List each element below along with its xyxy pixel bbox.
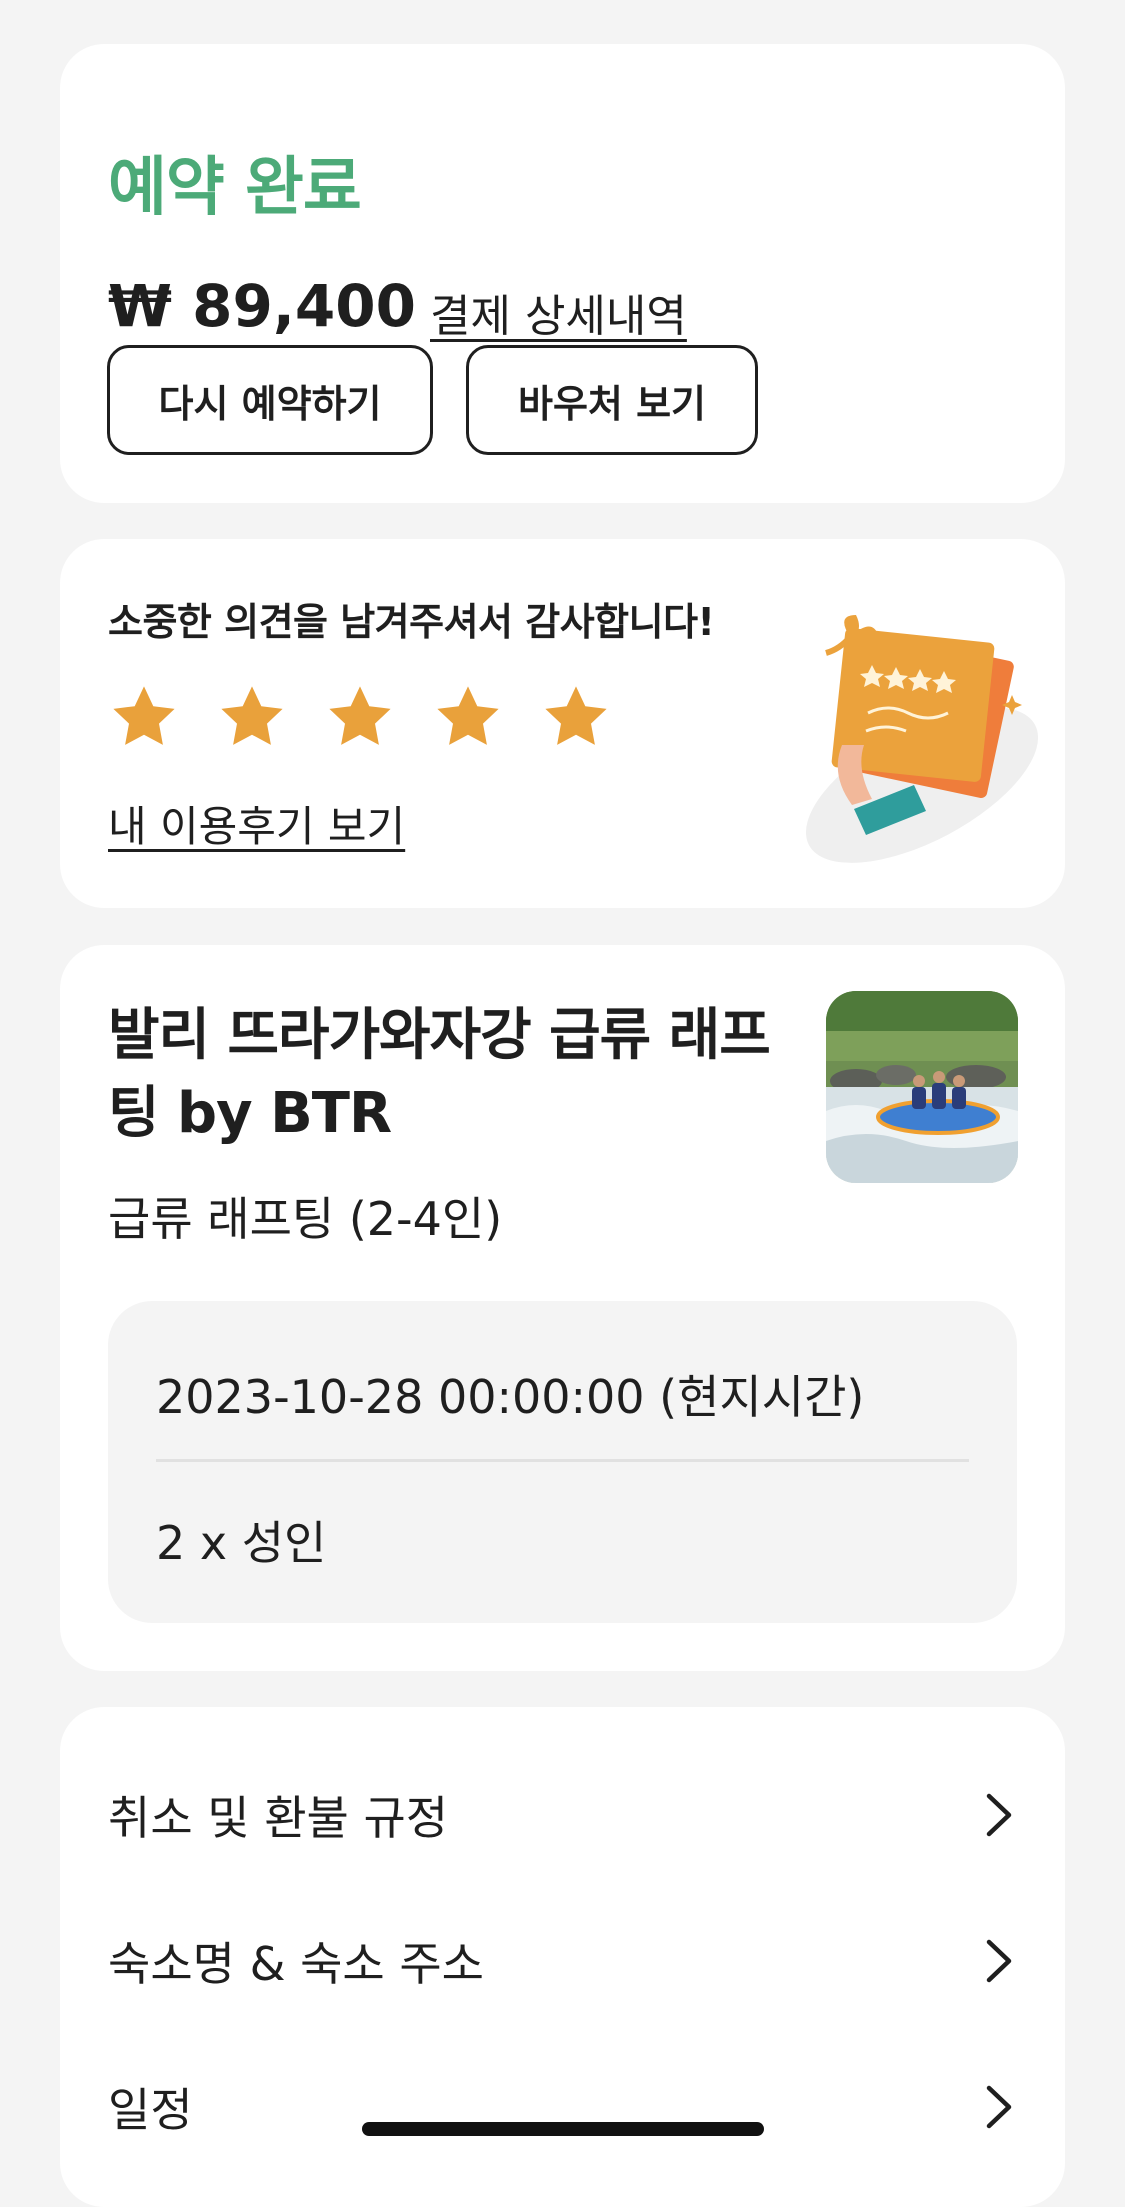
payment-detail-link[interactable]: 결제 상세내역: [430, 280, 687, 344]
menu-item-label: 취소 및 환불 규정: [108, 1791, 449, 1845]
menu-item-schedule[interactable]: 일정: [108, 2057, 1017, 2157]
booking-datetime: 2023-10-28 00:00:00 (현지시간): [156, 1370, 865, 1424]
booking-quantity: 2 x 성인: [156, 1516, 327, 1570]
product-title: 발리 뜨라가와자강 급류 래프팅 by BTR: [108, 1003, 771, 1146]
product-option: 급류 래프팅 (2-4인): [108, 1192, 503, 1246]
menu-item-refund-policy[interactable]: 취소 및 환불 규정: [108, 1765, 1017, 1865]
rafting-photo: [826, 991, 1018, 1183]
review-card-illustration: [805, 615, 1039, 863]
review-card: 소중한 의견을 남겨주셔서 감사합니다! 내 이용후기 보기: [60, 539, 1065, 908]
chevron-right-icon: [986, 2085, 1012, 2129]
review-thanks-message: 소중한 의견을 남겨주셔서 감사합니다!: [108, 600, 715, 644]
view-voucher-button[interactable]: 바우처 보기: [466, 345, 758, 455]
star-icon: [545, 686, 607, 745]
divider: [156, 1459, 969, 1462]
total-price: ₩ 89,400: [108, 272, 416, 340]
menu-item-label: 숙소명 & 숙소 주소: [108, 1937, 484, 1991]
booking-info-box: 2023-10-28 00:00:00 (현지시간) 2 x 성인: [108, 1301, 1017, 1623]
star-icon: [329, 686, 391, 745]
product-card: 발리 뜨라가와자강 급류 래프팅 by BTR 급류 래프팅 (2-4인) 20…: [60, 945, 1065, 1671]
booking-status-title: 예약 완료: [108, 151, 362, 225]
star-icon: [221, 686, 283, 745]
booking-status-card: 예약 완료 ₩ 89,400 결제 상세내역 다시 예약하기 바우처 보기: [60, 44, 1065, 503]
product-thumbnail[interactable]: [826, 991, 1018, 1183]
home-indicator[interactable]: [362, 2122, 764, 2136]
menu-item-accommodation[interactable]: 숙소명 & 숙소 주소: [108, 1911, 1017, 2011]
chevron-right-icon: [986, 1939, 1012, 1983]
rebook-button[interactable]: 다시 예약하기: [107, 345, 433, 455]
menu-item-label: 일정: [108, 2083, 193, 2137]
chevron-right-icon: [986, 1793, 1012, 1837]
star-icon: [113, 686, 175, 745]
star-icon: [437, 686, 499, 745]
view-my-review-link[interactable]: 내 이용후기 보기: [108, 793, 405, 854]
review-rating-stars: [108, 681, 612, 753]
